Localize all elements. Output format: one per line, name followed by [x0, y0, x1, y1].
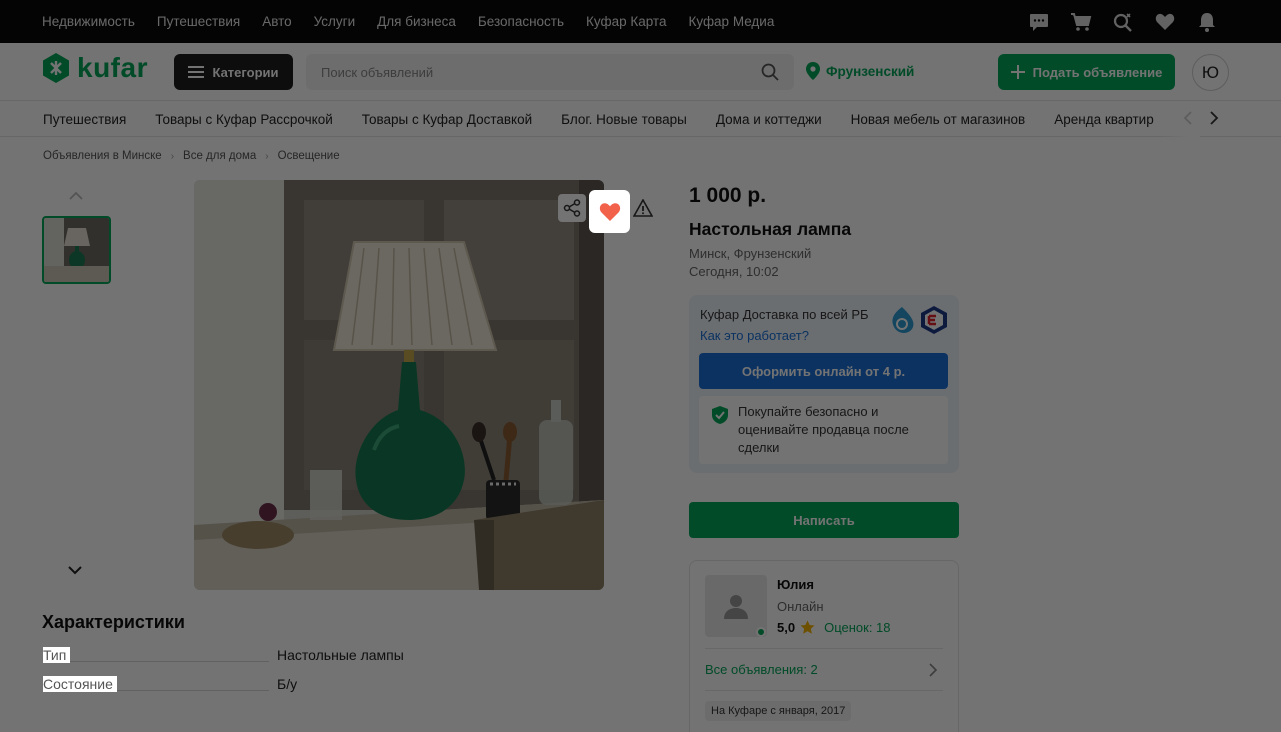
seller-status: Онлайн [777, 599, 824, 614]
breadcrumb-item[interactable]: Объявления в Минске [43, 150, 162, 162]
seller-rating: 5,0 Оценок: 18 [777, 620, 891, 635]
listing-price: 1 000 р. [689, 184, 767, 207]
topbar-link-realty[interactable]: Недвижимость [42, 14, 135, 29]
categories-button[interactable]: Категории [174, 54, 293, 90]
quick-nav-item-installment[interactable]: Товары с Куфар Рассрочкой [155, 112, 332, 127]
quick-nav-fade [1160, 101, 1200, 137]
safe-deal-text: Покупайте безопасно и оценивайте продавц… [738, 404, 909, 455]
row-divider [43, 661, 269, 662]
user-avatar[interactable]: Ю [1192, 54, 1229, 91]
quick-nav: Путешествия Товары с Куфар Рассрочкой То… [0, 101, 1281, 137]
listing-posted-time: Сегодня, 10:02 [689, 264, 779, 279]
characteristics-row: Состояние Б/у [43, 676, 563, 696]
topbar-link-auto[interactable]: Авто [262, 14, 291, 29]
gallery-up-icon[interactable] [68, 188, 84, 206]
notifications-icon[interactable] [1195, 10, 1219, 34]
topbar-link-travel[interactable]: Путешествия [157, 14, 240, 29]
characteristic-key: Состояние [43, 676, 117, 692]
report-icon[interactable] [629, 194, 657, 222]
characteristics-row: Тип Настольные лампы [43, 647, 563, 667]
kufar-logo-icon [43, 53, 69, 83]
gallery-down-icon[interactable] [67, 562, 83, 580]
plus-icon [1010, 65, 1025, 79]
seller-member-since: На Куфаре с января, 2017 [705, 701, 852, 721]
share-icon[interactable] [558, 194, 586, 222]
delivery-panel: Куфар Доставка по всей РБ Как это работа… [689, 295, 959, 473]
characteristics-title: Характеристики [42, 612, 185, 632]
location-selector[interactable]: Фрунзенский [806, 62, 914, 80]
quick-nav-item-rent[interactable]: Аренда квартир [1054, 112, 1154, 127]
reviews-count[interactable]: Оценок: 18 [824, 620, 890, 635]
quick-nav-item-travel[interactable]: Путешествия [43, 112, 126, 127]
site-header: kufar Категории Фрунзенский Подать объяв… [0, 43, 1281, 101]
location-label: Фрунзенский [826, 63, 915, 79]
top-bar: Недвижимость Путешествия Авто Услуги Для… [0, 0, 1281, 43]
topbar-link-services[interactable]: Услуги [314, 14, 356, 29]
chevron-right-icon[interactable] [1209, 110, 1219, 131]
breadcrumb-separator-icon: › [170, 150, 175, 162]
saved-search-icon[interactable] [1111, 10, 1135, 34]
quick-nav-item-furniture[interactable]: Новая мебель от магазинов [851, 112, 1026, 127]
cart-icon[interactable] [1069, 10, 1093, 34]
breadcrumb-item[interactable]: Освещение [278, 150, 340, 162]
safe-deal-notice: Покупайте безопасно и оценивайте продавц… [699, 396, 948, 464]
rating-value: 5,0 [777, 620, 796, 635]
favorite-button-highlight[interactable] [589, 190, 630, 233]
kufar-logo[interactable]: kufar [41, 52, 148, 84]
quick-nav-item-blog[interactable]: Блог. Новые товары [561, 112, 687, 127]
topbar-icons [1027, 0, 1219, 43]
seller-name[interactable]: Юлия [777, 577, 814, 592]
characteristic-value: Настольные лампы [277, 647, 404, 663]
characteristic-value: Б/у [277, 676, 298, 692]
categories-label: Категории [212, 64, 279, 80]
chevron-right-icon [929, 663, 938, 680]
listing-location: Минск, Фрунзенский [689, 246, 812, 261]
search-icon[interactable] [760, 62, 780, 87]
gallery-thumbnail[interactable] [42, 216, 111, 284]
chevron-left-icon[interactable] [1183, 110, 1193, 129]
user-icon [724, 595, 748, 619]
location-pin-icon [806, 62, 820, 80]
delivery-title: Куфар Доставка по всей РБ [700, 307, 869, 322]
shield-check-icon [711, 405, 729, 430]
logo-text: kufar [77, 52, 148, 83]
breadcrumb: Объявления в Минске › Все для дома › Осв… [43, 150, 340, 162]
seller-card: Юлия Онлайн 5,0 Оценок: 18 Все объявлени… [689, 560, 959, 732]
write-message-button[interactable]: Написать [689, 502, 959, 538]
search-bar [306, 54, 794, 90]
star-icon [800, 620, 815, 634]
topbar-link-map[interactable]: Куфар Карта [586, 14, 666, 29]
topbar-link-media[interactable]: Куфар Медиа [688, 14, 774, 29]
delivery-order-button[interactable]: Оформить онлайн от 4 р. [699, 353, 948, 389]
delivery-how-link[interactable]: Как это работает? [700, 328, 809, 343]
post-ad-button[interactable]: Подать объявление [998, 54, 1175, 90]
belpost-logo-icon [892, 307, 914, 333]
favorites-icon[interactable] [1153, 10, 1177, 34]
breadcrumb-item[interactable]: Все для дома [183, 150, 256, 162]
seller-all-ads-link[interactable]: Все объявления: 2 [705, 648, 943, 691]
listing-title: Настольная лампа [689, 219, 852, 239]
quick-nav-item-delivery[interactable]: Товары с Куфар Доставкой [362, 112, 532, 127]
heart-icon [599, 202, 620, 221]
listing-main-photo[interactable] [194, 180, 604, 590]
evropochta-logo-icon [921, 306, 947, 334]
characteristic-key: Тип [43, 647, 71, 663]
quick-nav-item-houses[interactable]: Дома и коттеджи [716, 112, 822, 127]
messages-icon[interactable] [1027, 10, 1051, 34]
menu-icon [188, 66, 205, 78]
search-input[interactable] [321, 64, 741, 80]
online-status-dot [756, 627, 766, 637]
delivery-partner-logos [888, 305, 948, 335]
topbar-link-security[interactable]: Безопасность [478, 14, 564, 29]
topbar-link-business[interactable]: Для бизнеса [377, 14, 456, 29]
post-ad-label: Подать объявление [1032, 64, 1163, 80]
all-ads-label: Все объявления: 2 [705, 662, 818, 677]
breadcrumb-separator-icon: › [265, 150, 269, 162]
